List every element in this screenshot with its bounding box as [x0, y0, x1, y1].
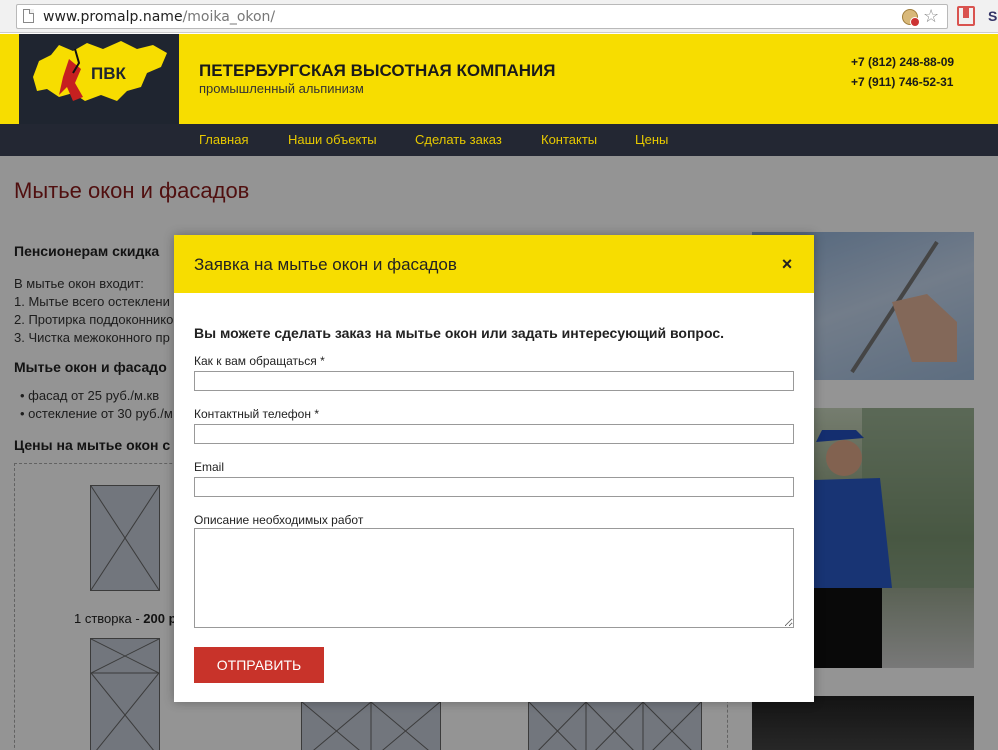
close-icon[interactable]: ×: [776, 253, 798, 275]
address-bar[interactable]: www.promalp.name/moika_okon/ ☆: [16, 4, 948, 29]
nav-item-contacts[interactable]: Контакты: [541, 132, 597, 147]
nav-item-prices[interactable]: Цены: [635, 132, 668, 147]
description-field[interactable]: [194, 528, 794, 628]
main-nav: Главная Наши объекты Сделать заказ Конта…: [0, 124, 998, 156]
phone-numbers: +7 (812) 248-88-09 +7 (911) 746-52-31: [851, 52, 954, 92]
url-path: /moika_okon/: [182, 9, 276, 25]
page-icon: [23, 9, 34, 23]
name-field[interactable]: [194, 371, 794, 391]
address-url[interactable]: www.promalp.name/moika_okon/: [43, 9, 275, 25]
email-label: Email: [194, 460, 225, 474]
url-domain: www.promalp.name: [43, 9, 183, 25]
order-modal: Заявка на мытье окон и фасадов × Вы може…: [174, 235, 814, 702]
site-header: ПВК ПЕТЕРБУРГСКАЯ ВЫСОТНАЯ КОМПАНИЯ пром…: [0, 34, 998, 124]
description-label: Описание необходимых работ: [194, 513, 364, 527]
phone-label: Контактный телефон *: [194, 407, 319, 421]
back-arrow-icon[interactable]: ‹: [0, 8, 6, 22]
phone-1[interactable]: +7 (812) 248-88-09: [851, 52, 954, 72]
site-logo[interactable]: ПВК: [19, 34, 179, 124]
phone-field[interactable]: [194, 424, 794, 444]
extension-icon-2[interactable]: S: [988, 8, 997, 24]
modal-lead-text: Вы можете сделать заказ на мытье окон ил…: [194, 325, 724, 341]
company-name: ПЕТЕРБУРГСКАЯ ВЫСОТНАЯ КОМПАНИЯ: [199, 61, 556, 80]
bookmark-star-icon[interactable]: ☆: [923, 6, 939, 26]
logo-text: ПВК: [91, 64, 126, 83]
phone-2[interactable]: +7 (911) 746-52-31: [851, 72, 954, 92]
name-label: Как к вам обращаться *: [194, 354, 325, 368]
nav-item-objects[interactable]: Наши объекты: [288, 132, 377, 147]
submit-button[interactable]: ОТПРАВИТЬ: [194, 647, 324, 683]
modal-title: Заявка на мытье окон и фасадов: [194, 255, 457, 274]
nav-item-order[interactable]: Сделать заказ: [415, 132, 502, 147]
cookie-icon[interactable]: [902, 9, 920, 27]
email-field[interactable]: [194, 477, 794, 497]
nav-item-home[interactable]: Главная: [199, 132, 248, 147]
browser-toolbar: ‹ www.promalp.name/moika_okon/ ☆ S: [0, 0, 998, 33]
modal-header: Заявка на мытье окон и фасадов ×: [174, 235, 814, 293]
company-tagline: промышленный альпинизм: [199, 81, 364, 96]
russia-map-icon: ПВК: [33, 41, 167, 101]
extension-icon[interactable]: [957, 6, 975, 26]
